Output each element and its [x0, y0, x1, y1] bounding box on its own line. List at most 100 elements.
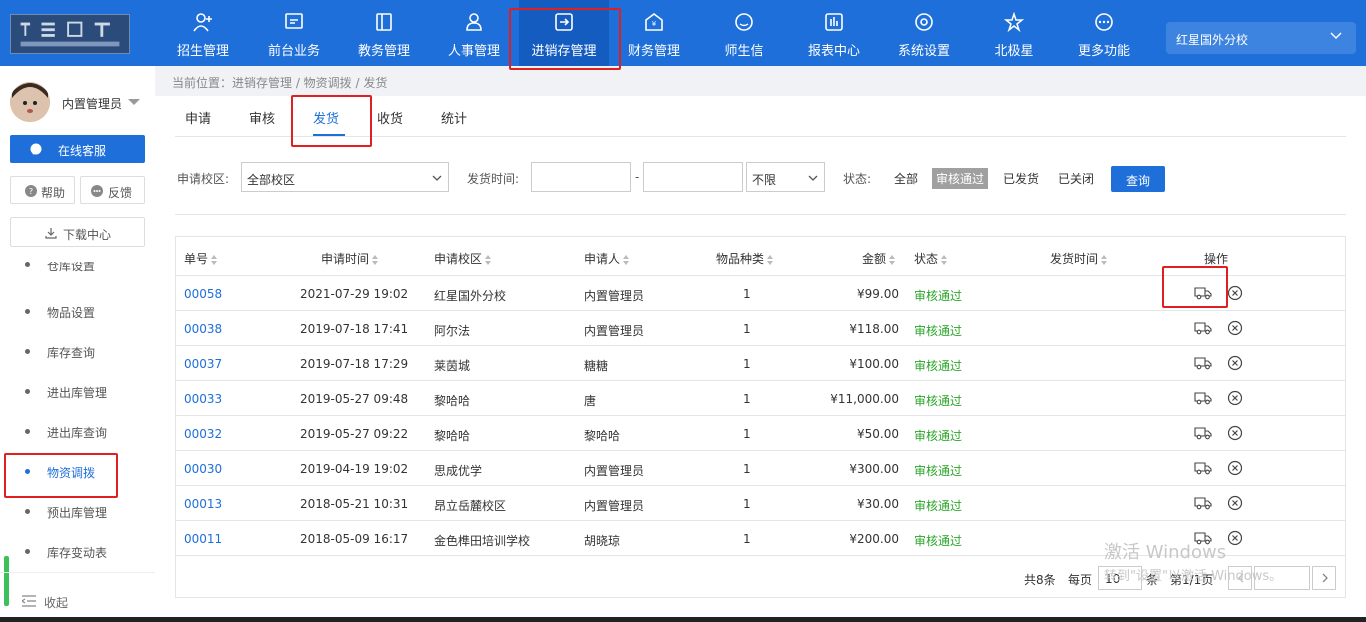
bullet — [25, 309, 30, 314]
apply-campus: 思成优学 — [434, 464, 483, 478]
status-option-approved[interactable]: 审核通过 — [932, 168, 989, 189]
status-filter-label: 状态: — [843, 172, 872, 186]
close-circle-icon[interactable] — [1226, 495, 1244, 511]
order-id-link[interactable]: 00058 — [184, 287, 222, 301]
close-circle-icon[interactable] — [1226, 530, 1244, 546]
nav-item-6[interactable]: 师生信 — [699, 0, 789, 66]
column-header-3[interactable]: 申请人 — [584, 250, 630, 267]
tab-0[interactable]: 申请 — [185, 108, 211, 127]
status: 审核通过 — [914, 324, 963, 338]
username[interactable]: 内置管理员 — [62, 95, 122, 112]
nav-item-7[interactable]: 报表中心 — [789, 0, 879, 66]
order-id-link[interactable]: 00030 — [184, 462, 222, 476]
campus-select[interactable]: 红星国外分校 — [1166, 22, 1356, 54]
truck-icon[interactable] — [1194, 285, 1212, 301]
status-option-shipped[interactable]: 已发货 — [1003, 170, 1039, 187]
sidebar-item-6[interactable]: 库存变动表 — [0, 531, 155, 571]
user-plus-icon — [193, 13, 212, 32]
column-header-2[interactable]: 申请校区 — [434, 250, 492, 267]
nav-item-5[interactable]: ¥ 财务管理 — [609, 0, 699, 66]
close-circle-icon[interactable] — [1226, 285, 1244, 301]
order-id-link[interactable]: 00032 — [184, 427, 222, 441]
table-row: 00038 2019-07-18 17:41 阿尔法 内置管理员 1 ¥118.00 审核通… — [176, 310, 1345, 345]
truck-icon[interactable] — [1194, 495, 1212, 511]
bullet — [25, 429, 30, 434]
applicant: 内置管理员 — [584, 289, 645, 303]
nav-item-1[interactable]: 前台业务 — [249, 0, 339, 66]
truck-icon[interactable] — [1194, 320, 1212, 336]
breadcrumb: 当前位置：进销存管理 / 物资调拨 / 发货 — [172, 76, 388, 90]
truck-icon[interactable] — [1194, 460, 1212, 476]
logo[interactable] — [10, 14, 130, 54]
order-id-link[interactable]: 00038 — [184, 322, 222, 336]
sidebar-item-1[interactable]: 库存查询 — [0, 331, 155, 371]
nav-item-8[interactable]: 系统设置 — [879, 0, 969, 66]
tab-2[interactable]: 发货 — [313, 108, 339, 127]
campus-filter-select[interactable]: 全部校区 — [241, 162, 449, 192]
ship-time-range-select[interactable]: 不限 — [746, 162, 825, 192]
close-circle-icon[interactable] — [1226, 390, 1244, 406]
ship-time-start-input[interactable] — [531, 162, 631, 192]
sort-icon — [211, 254, 218, 265]
apply-campus: 阿尔法 — [434, 324, 471, 338]
close-circle-icon[interactable] — [1226, 320, 1244, 336]
close-circle-icon[interactable] — [1226, 355, 1244, 371]
tab-3[interactable]: 收货 — [377, 108, 403, 127]
sidebar-item-4[interactable]: 物资调拨 — [0, 451, 155, 491]
query-button[interactable]: 查询 — [1111, 166, 1165, 192]
feedback-button[interactable]: 反馈 — [80, 176, 145, 204]
campus-filter-label: 申请校区: — [177, 172, 230, 186]
nav-item-label: 系统设置 — [897, 44, 950, 59]
nav-item-0[interactable]: 招生管理 — [158, 0, 248, 66]
apply-time: 2018-05-09 16:17 — [300, 532, 409, 546]
column-header-5[interactable]: 金额 — [862, 250, 896, 267]
nav-item-10[interactable]: 更多功能 — [1059, 0, 1149, 66]
activation-watermark-subtitle: 转到"设置"以激活 Windows。 — [1104, 569, 1283, 584]
sidebar-item-0[interactable]: 物品设置 — [0, 291, 155, 331]
truck-icon[interactable] — [1194, 390, 1212, 406]
next-page-button[interactable] — [1312, 566, 1336, 590]
order-id-link[interactable]: 00013 — [184, 497, 222, 511]
sidebar-item-5[interactable]: 预出库管理 — [0, 491, 155, 531]
sidebar-item-2[interactable]: 进出库管理 — [0, 371, 155, 411]
tab-1[interactable]: 审核 — [249, 108, 275, 127]
truck-icon[interactable] — [1194, 425, 1212, 441]
column-header-1[interactable]: 申请时间 — [321, 250, 379, 267]
apply-time: 2019-04-19 19:02 — [300, 462, 409, 476]
filter-divider — [175, 214, 1346, 215]
avatar[interactable] — [10, 82, 50, 122]
sidebar-item-warehouse-settings[interactable]: 仓库设置 — [0, 262, 155, 276]
column-header-0[interactable]: 单号 — [184, 250, 218, 267]
status-option-closed[interactable]: 已关闭 — [1058, 170, 1094, 187]
nav-item-2[interactable]: 教务管理 — [339, 0, 429, 66]
table-row: 00037 2019-07-18 17:29 莱茵城 糖糖 1 ¥100.00 审核通过 — [176, 345, 1345, 380]
sidebar-item-label: 库存查询 — [47, 346, 96, 360]
bullet — [25, 549, 30, 554]
nav-item-9[interactable]: 北极星 — [969, 0, 1059, 66]
help-button[interactable]: ? 帮助 — [10, 176, 75, 204]
table-row: 00032 2019-05-27 09:22 黎哈哈 黎哈哈 1 ¥50.00 审核通过 — [176, 415, 1345, 450]
close-circle-icon[interactable] — [1226, 460, 1244, 476]
order-id-link[interactable]: 00011 — [184, 532, 222, 546]
column-header-7[interactable]: 发货时间 — [1050, 250, 1108, 267]
nav-item-4[interactable]: 进销存管理 — [519, 0, 609, 66]
ship-time-label: 发货时间: — [467, 172, 520, 186]
ship-time-end-input[interactable] — [643, 162, 743, 192]
order-id-link[interactable]: 00037 — [184, 357, 222, 371]
order-id-link[interactable]: 00033 — [184, 392, 222, 406]
report-icon — [825, 13, 843, 31]
applicant: 唐 — [584, 394, 597, 408]
column-header-6[interactable]: 状态 — [914, 250, 948, 267]
download-center-button[interactable]: 下载中心 — [10, 217, 145, 247]
online-service-button[interactable]: 在线客服 — [10, 135, 145, 163]
nav-item-3[interactable]: 人事管理 — [429, 0, 519, 66]
tab-4[interactable]: 统计 — [441, 108, 467, 127]
close-circle-icon[interactable] — [1226, 425, 1244, 441]
truck-icon[interactable] — [1194, 355, 1212, 371]
status-option-all[interactable]: 全部 — [894, 170, 918, 187]
sidebar-item-3[interactable]: 进出库查询 — [0, 411, 155, 451]
taskbar-edge — [0, 617, 1366, 622]
column-header-4[interactable]: 物品种类 — [716, 250, 774, 267]
caret-down-icon[interactable] — [128, 99, 140, 105]
collapse-sidebar-button[interactable]: 收起 — [0, 572, 155, 622]
